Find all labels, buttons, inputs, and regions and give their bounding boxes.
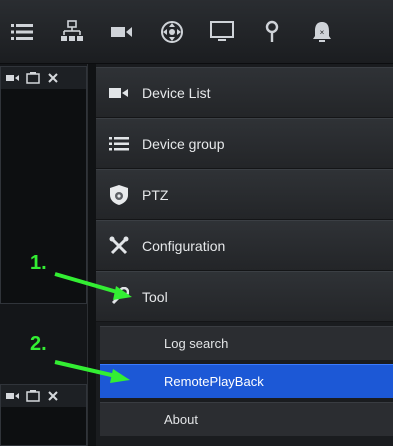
- menu-item-label: Device group: [142, 135, 225, 152]
- video-panel-bottom[interactable]: [0, 384, 87, 446]
- monitor-icon[interactable]: [204, 14, 240, 50]
- tools-icon: [108, 235, 130, 257]
- menu-item-label: Configuration: [142, 237, 226, 254]
- video-panel-header: [1, 385, 86, 407]
- menu-item-tool[interactable]: Tool: [96, 271, 393, 322]
- menu-item-label: Device List: [142, 84, 211, 101]
- side-menu: Device List Device group PTZ Configurati…: [96, 64, 393, 446]
- ptz-icon[interactable]: [154, 14, 190, 50]
- wrench-icon: [108, 286, 130, 308]
- menu-item-label: Tool: [142, 288, 168, 305]
- pin-icon[interactable]: [254, 14, 290, 50]
- camera-icon: [108, 82, 130, 104]
- list-icon[interactable]: [4, 14, 40, 50]
- app-window: × Device List Device group PTZ Configura…: [0, 0, 393, 446]
- menu-item-ptz[interactable]: PTZ: [96, 169, 393, 220]
- list-icon: [108, 133, 130, 155]
- alarm-icon[interactable]: ×: [304, 14, 340, 50]
- step-2-annotation: 2.: [30, 333, 47, 355]
- menu-item-label: PTZ: [142, 186, 169, 203]
- submenu-item-remote-playback[interactable]: RemotePlayBack: [100, 364, 393, 398]
- snapshot-icon[interactable]: [26, 389, 40, 403]
- close-icon[interactable]: [46, 389, 60, 403]
- menu-item-device-list[interactable]: Device List: [96, 67, 393, 118]
- submenu-item-log-search[interactable]: Log search: [100, 326, 393, 360]
- menu-item-configuration[interactable]: Configuration: [96, 220, 393, 271]
- camera-small-icon[interactable]: [6, 389, 20, 403]
- svg-text:×: ×: [320, 28, 325, 37]
- menu-item-device-group[interactable]: Device group: [96, 118, 393, 169]
- snapshot-icon[interactable]: [26, 71, 40, 85]
- camera-icon[interactable]: [104, 14, 140, 50]
- step-1-annotation: 1.: [30, 252, 47, 274]
- video-panel-header: [1, 67, 86, 89]
- device-tree-icon[interactable]: [54, 14, 90, 50]
- submenu-item-about[interactable]: About: [100, 402, 393, 436]
- close-icon[interactable]: [46, 71, 60, 85]
- camera-small-icon[interactable]: [6, 71, 20, 85]
- top-toolbar: ×: [0, 0, 393, 64]
- ptz-shield-icon: [108, 184, 130, 206]
